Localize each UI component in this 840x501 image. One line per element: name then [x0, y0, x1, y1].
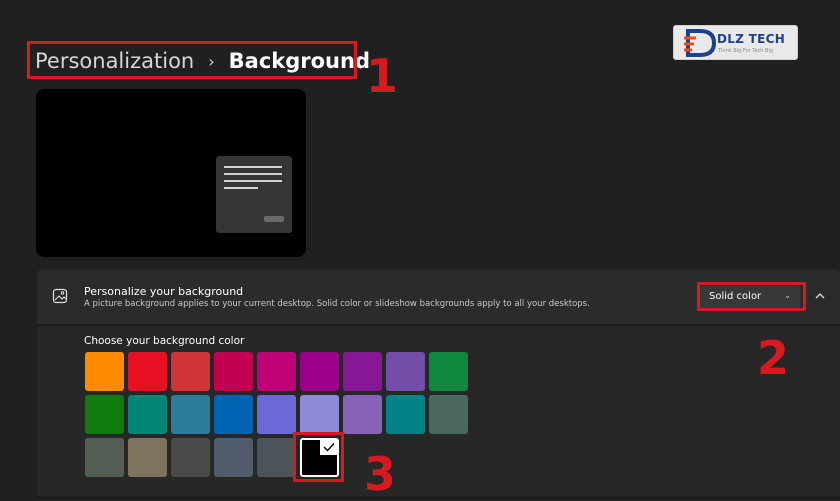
highlight-box-breadcrumb	[27, 41, 357, 79]
color-swatch[interactable]	[300, 395, 339, 434]
personalize-title: Personalize your background	[84, 285, 244, 298]
color-swatch[interactable]	[128, 395, 167, 434]
color-swatch[interactable]	[128, 438, 167, 477]
color-swatch[interactable]	[300, 352, 339, 391]
color-swatch[interactable]	[171, 395, 210, 434]
highlight-box-dropdown	[697, 282, 806, 311]
watermark-logo: DLZ TECH Think Big For Tech Big	[673, 25, 798, 60]
chevron-up-icon[interactable]	[813, 289, 827, 303]
color-swatch[interactable]	[214, 352, 253, 391]
color-swatch[interactable]	[214, 395, 253, 434]
personalize-description: A picture background applies to your cur…	[84, 299, 590, 309]
preview-window	[216, 156, 292, 233]
color-swatch[interactable]	[171, 438, 210, 477]
color-swatch[interactable]	[85, 395, 124, 434]
color-swatch[interactable]	[214, 438, 253, 477]
color-swatch[interactable]	[257, 438, 296, 477]
logo-subtext: Think Big For Tech Big	[718, 48, 774, 54]
color-swatch[interactable]	[257, 352, 296, 391]
color-swatch[interactable]	[429, 352, 468, 391]
color-swatch[interactable]	[128, 352, 167, 391]
color-swatch[interactable]	[343, 395, 382, 434]
color-swatch[interactable]	[171, 352, 210, 391]
color-swatch[interactable]	[257, 395, 296, 434]
color-swatch[interactable]	[429, 395, 468, 434]
annotation-number-3: 3	[364, 447, 397, 501]
logo-mark-icon	[684, 29, 716, 57]
color-swatch[interactable]	[386, 352, 425, 391]
annotation-number-1: 1	[366, 49, 399, 103]
divider	[37, 496, 840, 500]
highlight-box-selected-color	[293, 432, 344, 482]
color-swatch[interactable]	[85, 352, 124, 391]
choose-color-label: Choose your background color	[84, 335, 245, 347]
logo-text: DLZ TECH	[717, 32, 786, 46]
annotation-number-2: 2	[757, 331, 790, 385]
color-swatch[interactable]	[386, 395, 425, 434]
picture-icon	[52, 288, 68, 304]
color-swatch[interactable]	[85, 438, 124, 477]
color-swatch[interactable]	[343, 352, 382, 391]
